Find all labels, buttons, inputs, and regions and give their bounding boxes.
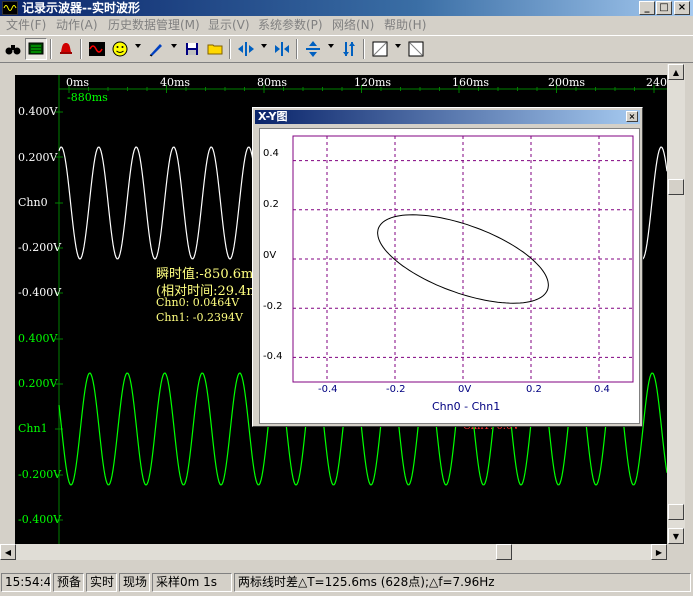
minimize-button[interactable]: _ bbox=[639, 1, 655, 15]
toolbar-separator bbox=[80, 39, 82, 59]
toolbar-separator bbox=[50, 39, 52, 59]
xy-x-tick-1: -0.2 bbox=[386, 384, 406, 395]
toolbar bbox=[0, 35, 693, 63]
cursor-chn0-value: Chn0: 0.0464V bbox=[156, 296, 240, 309]
grid-dropdown-icon[interactable] bbox=[395, 44, 401, 48]
xy-x-tick-3: 0.2 bbox=[526, 384, 542, 395]
left-margin bbox=[0, 64, 15, 544]
pen-dropdown-icon[interactable] bbox=[171, 44, 177, 48]
restore-button[interactable]: □ bbox=[656, 1, 672, 15]
vertical-expand-icon[interactable] bbox=[302, 38, 324, 60]
xy-dialog-titlebar[interactable]: X-Y图 × bbox=[255, 110, 640, 124]
scroll-up-arrow-icon[interactable]: ▲ bbox=[668, 64, 684, 80]
save-disk-icon[interactable] bbox=[181, 38, 203, 60]
vertical-expand-dropdown-icon[interactable] bbox=[328, 44, 334, 48]
xy-x-tick-0: -0.4 bbox=[318, 384, 338, 395]
scroll-right-arrow-icon[interactable]: ▶ bbox=[651, 544, 667, 560]
xy-plot-dialog[interactable]: X-Y图 × 0.4 0.2 0V -0.2 -0.4 -0.4 -0.2 0V… bbox=[252, 107, 643, 427]
menu-network[interactable]: 网络(N) bbox=[332, 16, 374, 34]
xy-y-tick-2: 0V bbox=[263, 250, 277, 261]
horizontal-compress-icon[interactable] bbox=[271, 38, 293, 60]
horizontal-expand-dropdown-icon[interactable] bbox=[261, 44, 267, 48]
xy-y-tick-3: -0.2 bbox=[263, 301, 283, 312]
scroll-down-arrow-icon[interactable]: ▼ bbox=[668, 528, 684, 544]
time-offset-label: -880ms bbox=[67, 91, 108, 104]
xy-y-tick-0: 0.4 bbox=[263, 148, 279, 159]
toolbar-separator bbox=[296, 39, 298, 59]
chn1-tick-2: -0.200V bbox=[18, 468, 62, 481]
time-tick-3: 120ms bbox=[354, 76, 392, 89]
chn0-tick-2: -0.200V bbox=[18, 241, 62, 254]
status-standby: 预备 bbox=[53, 573, 84, 592]
status-realtime: 实时 bbox=[86, 573, 117, 592]
time-tick-1: 40ms bbox=[160, 76, 191, 89]
chn0-name-label: Chn0 bbox=[18, 196, 48, 209]
toolbar-separator bbox=[363, 39, 365, 59]
xy-dialog-title: X-Y图 bbox=[258, 110, 288, 123]
status-bar: 15:54:49 预备 实时 现场 采样0m 1s 两标线时差△T=125.6m… bbox=[0, 571, 693, 593]
xy-chart bbox=[292, 135, 634, 383]
time-tick-0: 0ms bbox=[66, 76, 90, 89]
xy-x-tick-4: 0.4 bbox=[594, 384, 610, 395]
toolbar-separator bbox=[229, 39, 231, 59]
status-clock: 15:54:49 bbox=[1, 573, 51, 592]
chn1-tick-0: 0.400V bbox=[18, 332, 58, 345]
smiley-dropdown-icon[interactable] bbox=[135, 44, 141, 48]
cursor-chn1-value: Chn1: -0.2394V bbox=[156, 311, 243, 324]
horizontal-scrollbar[interactable]: ◀ ▶ bbox=[0, 544, 667, 560]
chn0-tick-0: 0.400V bbox=[18, 105, 58, 118]
binoculars-icon[interactable] bbox=[2, 38, 24, 60]
scroll-left-arrow-icon[interactable]: ◀ bbox=[0, 544, 16, 560]
time-tick-4: 160ms bbox=[452, 76, 490, 89]
alarm-bell-icon[interactable] bbox=[55, 38, 77, 60]
window-title: 记录示波器--实时波形 bbox=[22, 1, 140, 15]
chn0-tick-3: -0.400V bbox=[18, 286, 62, 299]
menu-history[interactable]: 历史数据管理(M) bbox=[108, 16, 200, 34]
pen-icon[interactable] bbox=[145, 38, 167, 60]
menu-help[interactable]: 帮助(H) bbox=[384, 16, 426, 34]
vertical-scrollbar[interactable]: ▲ ▼ bbox=[667, 64, 685, 544]
time-tick-5: 200ms bbox=[548, 76, 586, 89]
grid-alt-icon[interactable] bbox=[405, 38, 427, 60]
menu-action[interactable]: 动作(A) bbox=[56, 16, 98, 34]
chn0-tick-1: 0.200V bbox=[18, 151, 58, 164]
oscilloscope-app-icon bbox=[2, 1, 18, 15]
status-sampling: 采样0m 1s bbox=[152, 573, 232, 592]
xy-y-tick-1: 0.2 bbox=[263, 199, 279, 210]
xy-x-axis-title: Chn0 - Chn1 bbox=[432, 400, 501, 413]
vertical-scroll-thumb-lower[interactable] bbox=[668, 504, 684, 520]
status-cursor-delta: 两标线时差△T=125.6ms (628点);△f=7.96Hz bbox=[234, 573, 691, 592]
title-bar: 记录示波器--实时波形 _ □ × bbox=[0, 0, 693, 16]
xy-dialog-close-button[interactable]: × bbox=[626, 111, 638, 122]
time-tick-2: 80ms bbox=[257, 76, 288, 89]
horizontal-scroll-thumb[interactable] bbox=[496, 544, 512, 560]
smiley-icon[interactable] bbox=[109, 38, 131, 60]
chn1-tick-1: 0.200V bbox=[18, 377, 58, 390]
grid-icon[interactable] bbox=[369, 38, 391, 60]
vertical-compress-icon[interactable] bbox=[338, 38, 360, 60]
horizontal-expand-icon[interactable] bbox=[235, 38, 257, 60]
chn1-name-label: Chn1 bbox=[18, 422, 48, 435]
time-tick-6: 240ms bbox=[646, 76, 667, 89]
app-window: 记录示波器--实时波形 _ □ × 文件(F) 动作(A) 历史数据管理(M) … bbox=[0, 0, 693, 596]
monitor-icon[interactable] bbox=[25, 38, 47, 60]
xy-x-tick-2: 0V bbox=[458, 384, 472, 395]
close-button[interactable]: × bbox=[674, 1, 690, 15]
menu-view[interactable]: 显示(V) bbox=[208, 16, 250, 34]
status-onsite: 现场 bbox=[119, 573, 150, 592]
folder-icon[interactable] bbox=[204, 38, 226, 60]
vertical-scroll-thumb[interactable] bbox=[668, 179, 684, 195]
menu-bar: 文件(F) 动作(A) 历史数据管理(M) 显示(V) 系统参数(P) 网络(N… bbox=[0, 16, 693, 34]
chn1-tick-3: -0.400V bbox=[18, 513, 62, 526]
waveform-icon[interactable] bbox=[86, 38, 108, 60]
xy-y-tick-4: -0.4 bbox=[263, 351, 283, 362]
menu-system-params[interactable]: 系统参数(P) bbox=[258, 16, 323, 34]
menu-file[interactable]: 文件(F) bbox=[6, 16, 46, 34]
xy-plot-area: 0.4 0.2 0V -0.2 -0.4 -0.4 -0.2 0V 0.2 0.… bbox=[259, 128, 640, 424]
